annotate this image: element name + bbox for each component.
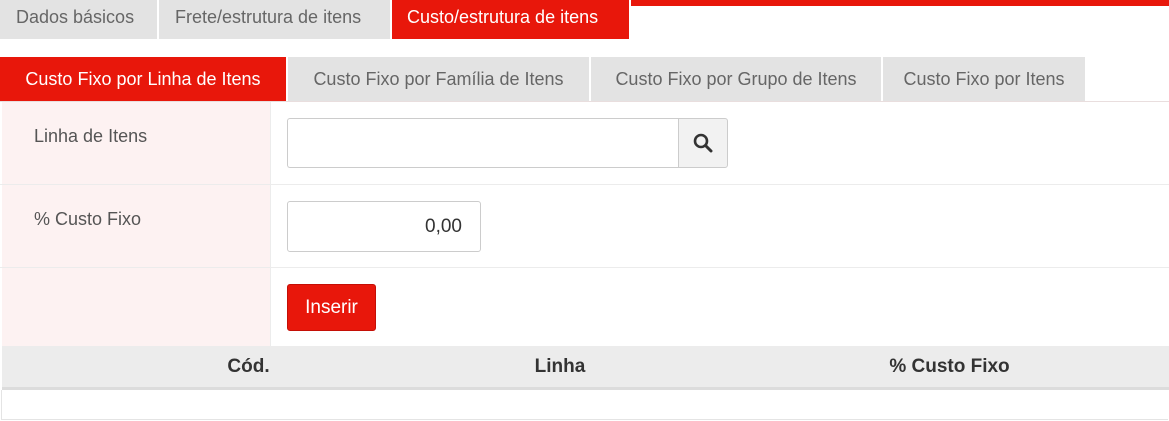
form-row-linha: Linha de Itens: [0, 102, 1169, 185]
column-header-cod[interactable]: Cód.: [2, 346, 495, 387]
page: Dados básicos Frete/estrutura de itens C…: [0, 0, 1169, 421]
main-tabs: Dados básicos Frete/estrutura de itens C…: [0, 0, 631, 39]
table-header: Cód. Linha % Custo Fixo: [2, 346, 1169, 390]
search-icon: [693, 133, 713, 153]
table-body: [1, 390, 1168, 420]
custo-form: Linha de Itens % Custo Fixo Inserir: [0, 101, 1169, 347]
label-cell: Linha de Itens: [2, 102, 271, 184]
label-cell: [2, 268, 271, 347]
sub-tabs: Custo Fixo por Linha de Itens Custo Fixo…: [0, 57, 1087, 101]
column-header-linha[interactable]: Linha: [495, 346, 625, 387]
custo-label: % Custo Fixo: [34, 209, 142, 229]
tab-frete-estrutura[interactable]: Frete/estrutura de itens: [159, 0, 392, 39]
tab-dados-basicos[interactable]: Dados básicos: [0, 0, 159, 39]
linha-input[interactable]: [287, 118, 678, 168]
column-header-custo-fixo[interactable]: % Custo Fixo: [782, 346, 1117, 387]
search-button[interactable]: [678, 118, 728, 168]
subtab-custo-grupo[interactable]: Custo Fixo por Grupo de Itens: [591, 57, 883, 101]
custo-fixo-input[interactable]: [287, 201, 481, 252]
linha-label: Linha de Itens: [34, 126, 148, 146]
form-row-custo: % Custo Fixo: [0, 185, 1169, 268]
subtab-custo-familia[interactable]: Custo Fixo por Família de Itens: [288, 57, 591, 101]
form-row-actions: Inserir: [0, 268, 1169, 347]
subtab-custo-itens[interactable]: Custo Fixo por Itens: [883, 57, 1087, 101]
label-cell: % Custo Fixo: [2, 185, 271, 267]
linha-input-group: [287, 118, 728, 168]
subtab-custo-linha[interactable]: Custo Fixo por Linha de Itens: [0, 57, 288, 101]
insert-button[interactable]: Inserir: [287, 284, 376, 331]
tab-custo-estrutura[interactable]: Custo/estrutura de itens: [392, 0, 631, 39]
